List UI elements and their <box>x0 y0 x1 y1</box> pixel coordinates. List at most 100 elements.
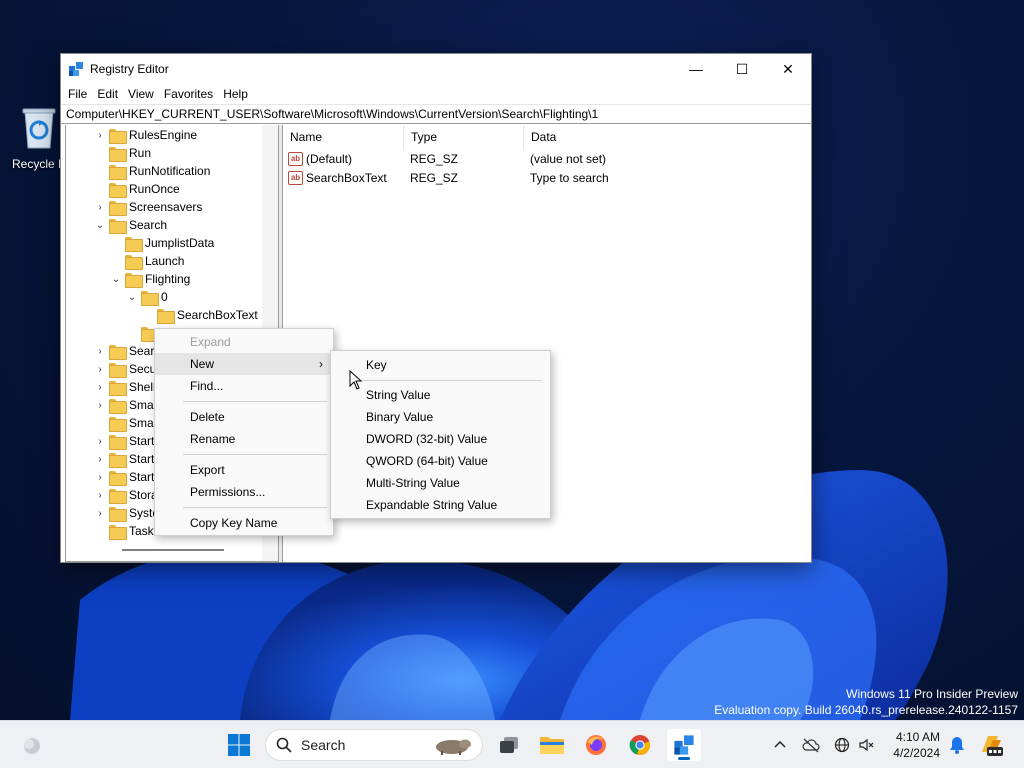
chevron-right-icon[interactable]: › <box>94 508 106 519</box>
chevron-right-icon[interactable]: › <box>94 400 106 411</box>
tree-item[interactable]: › Screensavers <box>94 198 202 216</box>
tree-item[interactable]: Run <box>94 144 151 162</box>
regedit-app-icon <box>674 735 694 755</box>
menu-file[interactable]: File <box>63 87 92 101</box>
tree-item-label: SearchBoxText <box>177 308 258 322</box>
menu-item-new-key[interactable]: Key <box>331 354 550 376</box>
menu-item-export[interactable]: Export <box>155 459 333 481</box>
menu-item-new-multi-string-value[interactable]: Multi-String Value <box>331 472 550 494</box>
menu-item-find[interactable]: Find... <box>155 375 333 397</box>
menu-favorites[interactable]: Favorites <box>159 87 218 101</box>
tree-item[interactable]: ⌄ 0 <box>126 288 168 306</box>
tree-item[interactable]: › Startu <box>94 468 161 486</box>
tree-item[interactable]: RunNotification <box>94 162 210 180</box>
value-row[interactable]: ab (Default) REG_SZ (value not set) <box>283 149 811 168</box>
search-placeholder: Search <box>301 737 346 753</box>
tree-item[interactable]: › Smar <box>94 396 158 414</box>
copilot-button[interactable] <box>976 729 1006 761</box>
start-button[interactable] <box>222 729 256 761</box>
menu-item-new-dword-value[interactable]: DWORD (32-bit) Value <box>331 428 550 450</box>
recycle-bin-icon <box>22 108 56 149</box>
tree-horizontal-scrollbar[interactable] <box>122 549 224 551</box>
tree-item[interactable]: Taskl <box>94 522 156 540</box>
tree-item[interactable]: › Searc <box>94 342 160 360</box>
address-bar[interactable]: Computer\HKEY_CURRENT_USER\Software\Micr… <box>61 104 811 124</box>
chevron-right-icon[interactable]: › <box>94 364 106 375</box>
value-data: (value not set) <box>530 151 607 166</box>
chevron-down-icon[interactable]: ⌄ <box>126 292 138 303</box>
maximize-button[interactable]: ☐ <box>719 54 765 84</box>
tree-item[interactable]: Launch <box>110 252 184 270</box>
tree-item[interactable]: Smar <box>94 414 158 432</box>
tree-item[interactable]: JumplistData <box>110 234 214 252</box>
menu-edit[interactable]: Edit <box>92 87 123 101</box>
menu-help[interactable]: Help <box>218 87 253 101</box>
title-bar[interactable]: Registry Editor — ☐ ✕ <box>61 54 811 84</box>
taskbar-search[interactable]: Search <box>265 729 483 761</box>
tree-item[interactable]: ⌄ Flighting <box>110 270 190 288</box>
folder-icon <box>109 470 127 486</box>
chevron-right-icon[interactable]: › <box>94 436 106 447</box>
menu-item-new-binary-value[interactable]: Binary Value <box>331 406 550 428</box>
chevron-right-icon[interactable]: › <box>94 202 106 213</box>
menu-separator <box>359 380 542 381</box>
column-header-name[interactable]: Name <box>283 124 404 149</box>
chevron-right-icon[interactable]: › <box>94 382 106 393</box>
chevron-right-icon[interactable]: › <box>94 346 106 357</box>
menu-item-permissions[interactable]: Permissions... <box>155 481 333 503</box>
tree-item[interactable]: RunOnce <box>94 180 180 198</box>
chrome-button[interactable] <box>623 729 657 761</box>
firefox-button[interactable] <box>579 729 613 761</box>
chevron-down-icon[interactable]: ⌄ <box>110 274 122 285</box>
tree-item-label: JumplistData <box>145 236 215 250</box>
task-view-button[interactable] <box>492 729 526 761</box>
volume-muted-icon[interactable] <box>858 737 874 753</box>
menu-view[interactable]: View <box>123 87 159 101</box>
tree-item[interactable]: › RulesEngine <box>94 126 197 144</box>
chevron-right-icon[interactable]: › <box>94 130 106 141</box>
tree-item[interactable]: › Secu <box>94 360 156 378</box>
tree-item[interactable]: › Stora <box>94 486 158 504</box>
globe-network-icon[interactable] <box>834 737 850 753</box>
tree-item[interactable]: SearchBoxText <box>142 306 258 324</box>
folder-icon <box>109 218 127 234</box>
menu-item-new[interactable]: New › <box>155 353 333 375</box>
address-path[interactable]: Computer\HKEY_CURRENT_USER\Software\Micr… <box>66 107 598 121</box>
folder-icon <box>109 434 127 450</box>
chevron-right-icon[interactable]: › <box>94 490 106 501</box>
registry-editor-taskbar-button[interactable] <box>667 729 701 761</box>
menu-item-new-string-value[interactable]: String Value <box>331 384 550 406</box>
folder-icon <box>125 254 143 270</box>
folder-icon <box>109 200 127 216</box>
minimize-button[interactable]: — <box>673 54 719 84</box>
column-header-type[interactable]: Type <box>404 124 524 149</box>
tree-item[interactable]: › Start <box>94 432 154 450</box>
close-button[interactable]: ✕ <box>765 54 811 84</box>
chevron-right-icon[interactable]: › <box>94 472 106 483</box>
notifications-button[interactable] <box>946 729 968 761</box>
chrome-icon <box>629 735 650 755</box>
chevron-up-icon[interactable] <box>772 737 788 753</box>
tree-item-label: Taskl <box>129 524 157 538</box>
folder-icon <box>109 488 127 504</box>
folder-icon <box>109 524 127 540</box>
menu-item-rename[interactable]: Rename <box>155 428 333 450</box>
string-value-icon: ab <box>288 170 303 185</box>
tree-item[interactable]: ⌄ Search <box>94 216 167 234</box>
tree-item-label: Shell <box>129 380 156 394</box>
chevron-right-icon[interactable]: › <box>94 454 106 465</box>
tree-item[interactable]: › Syste <box>94 504 159 522</box>
tree-item[interactable]: › Shell <box>94 378 156 396</box>
file-explorer-button[interactable] <box>535 729 569 761</box>
menu-item-delete[interactable]: Delete <box>155 406 333 428</box>
value-row[interactable]: ab SearchBoxText REG_SZ Type to search <box>283 168 811 187</box>
menu-item-new-qword-value[interactable]: QWORD (64-bit) Value <box>331 450 550 472</box>
tree-item[interactable]: › Startl <box>94 450 157 468</box>
cloud-offline-icon[interactable] <box>802 737 820 753</box>
column-header-data[interactable]: Data <box>524 125 644 149</box>
clock[interactable]: 4:10 AM 4/2/2024 <box>886 729 940 761</box>
menu-item-new-expandable-string-value[interactable]: Expandable String Value <box>331 494 550 516</box>
menu-item-copy-key-name[interactable]: Copy Key Name <box>155 512 333 534</box>
widgets-button[interactable] <box>15 729 49 761</box>
chevron-down-icon[interactable]: ⌄ <box>94 220 106 231</box>
